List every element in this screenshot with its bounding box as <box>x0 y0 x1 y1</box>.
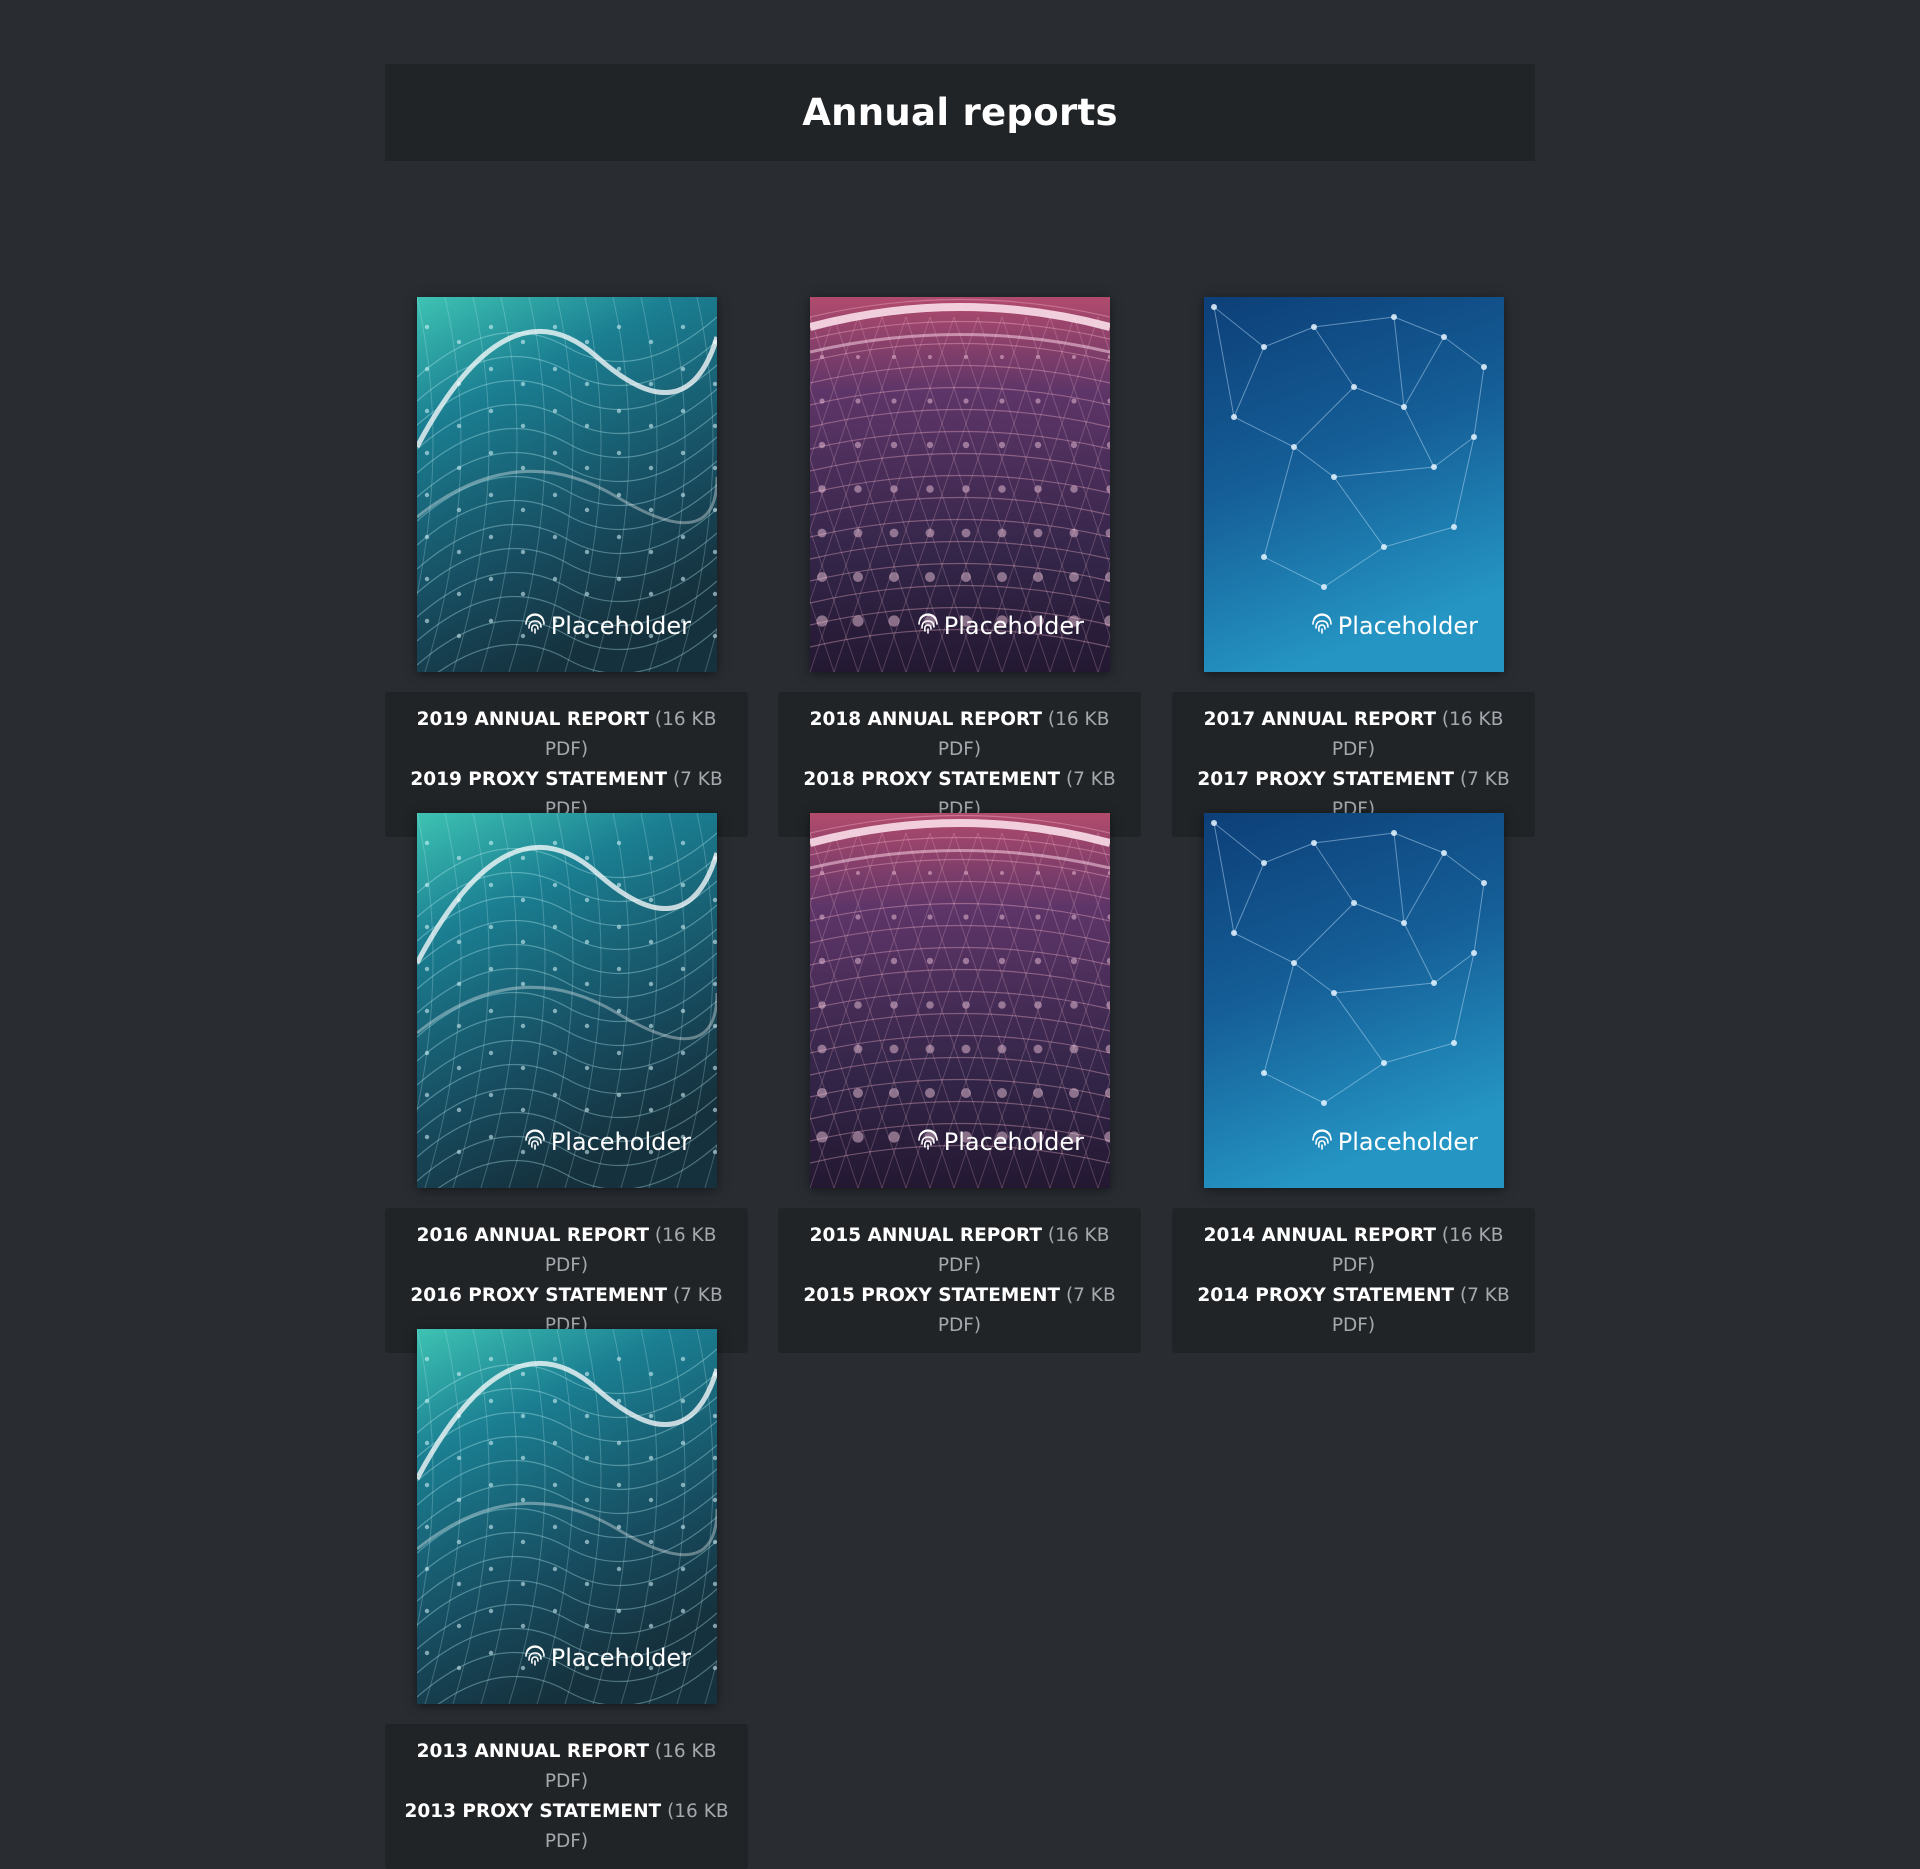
annual-report-link-2014[interactable]: 2014 ANNUAL REPORT <box>1204 1225 1436 1246</box>
report-cover-2015[interactable]: Placeholder <box>810 813 1110 1188</box>
annual-report-link-2015[interactable]: 2015 ANNUAL REPORT <box>810 1225 1042 1246</box>
brand-name: Placeholder <box>943 612 1084 640</box>
report-cover-2019[interactable]: Placeholder <box>417 297 717 672</box>
annual-reports-section: Annual reports Placeholder 2019 ANNUAL R… <box>385 64 1535 1869</box>
brand-logo: Placeholder <box>915 610 1084 642</box>
report-links-2015: 2015 ANNUAL REPORT (16 KB PDF) 2015 PROX… <box>778 1208 1141 1353</box>
brand-name: Placeholder <box>550 1128 691 1156</box>
brand-logo: Placeholder <box>1309 1126 1478 1158</box>
report-cover-2014[interactable]: Placeholder <box>1204 813 1504 1188</box>
brand-name: Placeholder <box>550 1644 691 1672</box>
annual-report-link-2013[interactable]: 2013 ANNUAL REPORT <box>417 1741 649 1762</box>
brand-logo: Placeholder <box>522 1642 691 1674</box>
brand-name: Placeholder <box>1337 612 1478 640</box>
fingerprint-icon <box>915 1126 941 1158</box>
fingerprint-icon <box>522 610 548 642</box>
annual-report-link-2018[interactable]: 2018 ANNUAL REPORT <box>810 709 1042 730</box>
brand-name: Placeholder <box>943 1128 1084 1156</box>
page-title: Annual reports <box>802 91 1118 134</box>
title-bar: Annual reports <box>385 64 1535 161</box>
brand-name: Placeholder <box>1337 1128 1478 1156</box>
proxy-statement-link-2016[interactable]: 2016 PROXY STATEMENT <box>410 1285 667 1306</box>
fingerprint-icon <box>915 610 941 642</box>
brand-logo: Placeholder <box>915 1126 1084 1158</box>
proxy-statement-link-2018[interactable]: 2018 PROXY STATEMENT <box>803 769 1060 790</box>
annual-report-link-2016[interactable]: 2016 ANNUAL REPORT <box>417 1225 649 1246</box>
fingerprint-icon <box>1309 1126 1335 1158</box>
annual-report-link-2019[interactable]: 2019 ANNUAL REPORT <box>417 709 649 730</box>
brand-logo: Placeholder <box>1309 610 1478 642</box>
fingerprint-icon <box>1309 610 1335 642</box>
reports-grid: Placeholder 2019 ANNUAL REPORT (16 KB PD… <box>385 161 1535 1869</box>
report-links-2014: 2014 ANNUAL REPORT (16 KB PDF) 2014 PROX… <box>1172 1208 1535 1353</box>
brand-name: Placeholder <box>550 612 691 640</box>
fingerprint-icon <box>522 1126 548 1158</box>
brand-logo: Placeholder <box>522 1126 691 1158</box>
proxy-statement-link-2015[interactable]: 2015 PROXY STATEMENT <box>803 1285 1060 1306</box>
brand-logo: Placeholder <box>522 610 691 642</box>
proxy-statement-link-2019[interactable]: 2019 PROXY STATEMENT <box>410 769 667 790</box>
fingerprint-icon <box>522 1642 548 1674</box>
report-cover-2018[interactable]: Placeholder <box>810 297 1110 672</box>
report-links-2013: 2013 ANNUAL REPORT (16 KB PDF) 2013 PROX… <box>385 1724 748 1869</box>
proxy-statement-link-2013[interactable]: 2013 PROXY STATEMENT <box>404 1801 661 1822</box>
report-cover-2016[interactable]: Placeholder <box>417 813 717 1188</box>
report-cover-2013[interactable]: Placeholder <box>417 1329 717 1704</box>
report-cover-2017[interactable]: Placeholder <box>1204 297 1504 672</box>
proxy-statement-link-2014[interactable]: 2014 PROXY STATEMENT <box>1197 1285 1454 1306</box>
proxy-statement-link-2017[interactable]: 2017 PROXY STATEMENT <box>1197 769 1454 790</box>
annual-report-link-2017[interactable]: 2017 ANNUAL REPORT <box>1204 709 1436 730</box>
